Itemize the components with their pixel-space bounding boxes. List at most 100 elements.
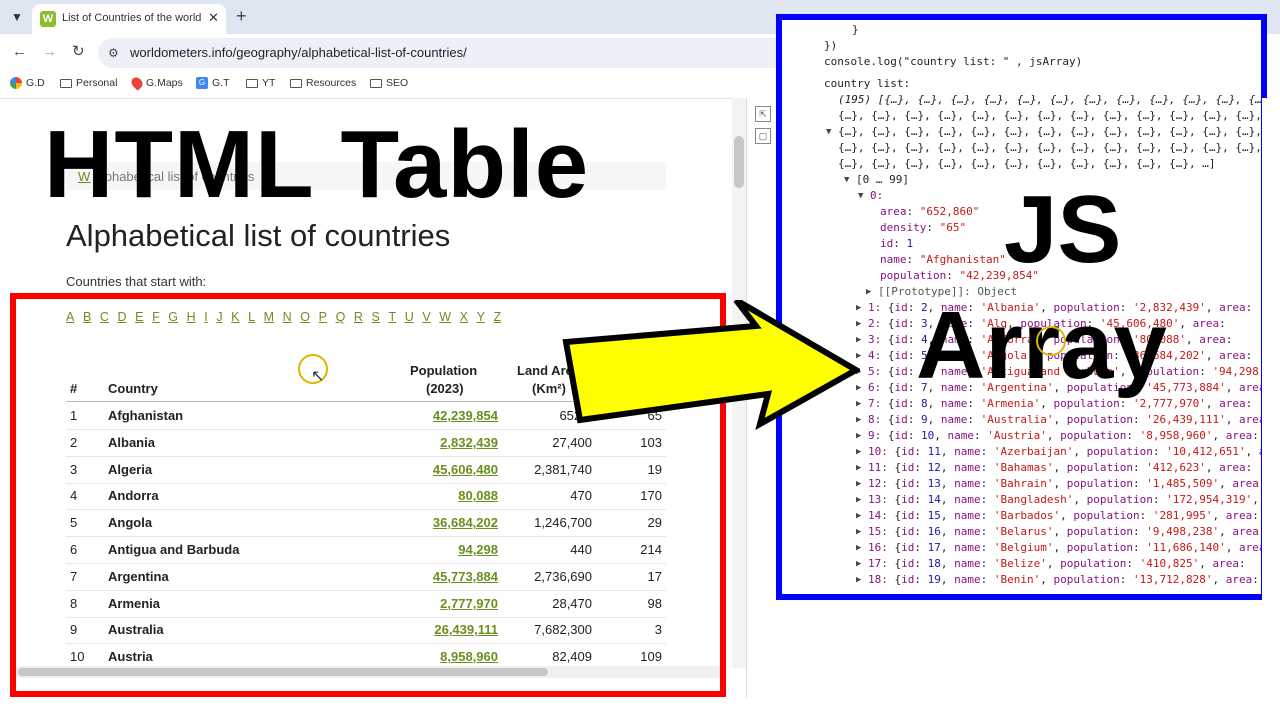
punct: { xyxy=(881,381,895,394)
array-item[interactable]: 16: {id: 17, name: 'Belgium', population… xyxy=(868,540,1261,556)
expand-triangle-icon[interactable]: ▼ xyxy=(858,188,863,204)
collapsed-triangle-icon[interactable]: ▶ xyxy=(856,524,861,540)
punct: : xyxy=(1126,557,1140,570)
punct: : xyxy=(1245,349,1259,362)
device-toolbar-icon[interactable]: ▢ xyxy=(755,128,771,144)
collapsed-triangle-icon[interactable]: ▶ xyxy=(856,572,861,588)
population-key: population xyxy=(1053,573,1120,586)
area-key: area xyxy=(1219,349,1246,362)
expand-triangle-icon[interactable]: ▼ xyxy=(844,172,849,188)
array-index[interactable]: 0: xyxy=(870,188,883,204)
id-value: 15 xyxy=(927,509,941,522)
array-item[interactable]: 8: {id: 9, name: 'Australia', population… xyxy=(868,412,1261,428)
area-key: area xyxy=(1192,317,1220,330)
punct: : xyxy=(1119,573,1133,586)
bookmark-label: Resources xyxy=(306,77,357,89)
bookmark-resources[interactable]: Resources xyxy=(290,77,356,89)
address-bar[interactable]: ⚙ worldometers.info/geography/alphabetic… xyxy=(98,38,798,68)
bookmark-gd[interactable]: G.D xyxy=(10,77,45,89)
collapsed-triangle-icon[interactable]: ▶ xyxy=(856,476,861,492)
id-key: id xyxy=(901,557,915,570)
collapsed-triangle-icon[interactable]: ▶ xyxy=(856,492,861,508)
area-key: area xyxy=(1225,509,1253,522)
array-item[interactable]: 15: {id: 16, name: 'Belarus', population… xyxy=(868,524,1261,540)
punct: { xyxy=(881,413,895,426)
population-value: '8,958,960' xyxy=(1139,429,1213,442)
collapsed-triangle-icon[interactable]: ▶ xyxy=(856,508,861,524)
name-value: 'Bahrain' xyxy=(993,477,1054,490)
area-key: area xyxy=(1225,573,1253,586)
tab-search-chevron-icon[interactable]: ▼ xyxy=(8,8,26,26)
array-item[interactable]: 13: {id: 14, name: 'Bangladesh', populat… xyxy=(868,492,1261,508)
field-separator: : xyxy=(926,221,940,234)
id-value: 17 xyxy=(927,541,941,554)
punct: , xyxy=(1245,445,1259,458)
name-value: 'Benin' xyxy=(993,573,1041,586)
id-key: id xyxy=(901,509,915,522)
array-range[interactable]: [0 … 99] xyxy=(856,172,909,188)
punct: : xyxy=(914,445,928,458)
forward-arrow-icon[interactable]: → xyxy=(42,44,57,60)
bookmark-gt[interactable]: G G.T xyxy=(196,77,230,89)
punct: , xyxy=(1053,525,1067,538)
close-tab-icon[interactable]: ✕ xyxy=(208,10,219,26)
array-item[interactable]: 17: {id: 18, name: 'Belize', population:… xyxy=(868,556,1252,572)
bookmark-label: SEO xyxy=(386,77,409,89)
punct: : xyxy=(1132,525,1147,538)
worldometers-favicon-icon: W xyxy=(40,11,56,27)
area-key: area xyxy=(1219,397,1246,410)
array-item[interactable]: 9: {id: 10, name: 'Austria', population:… xyxy=(868,428,1261,444)
url-text: worldometers.info/geography/alphabetical… xyxy=(130,45,467,60)
area-key: area xyxy=(1212,557,1239,570)
folder-icon xyxy=(246,78,258,88)
back-arrow-icon[interactable]: ← xyxy=(12,44,27,60)
punct: : xyxy=(1139,509,1153,522)
new-tab-icon[interactable]: + xyxy=(236,7,247,25)
population-value: '281,995' xyxy=(1152,509,1213,522)
population-value: '11,686,140' xyxy=(1146,541,1226,554)
punct: , xyxy=(1225,413,1239,426)
population-value: '410,825' xyxy=(1139,557,1200,570)
punct: : xyxy=(980,493,994,506)
collapsed-triangle-icon[interactable]: ▶ xyxy=(866,284,871,300)
punct: , xyxy=(1073,445,1087,458)
population-key: population xyxy=(1066,413,1133,426)
field-value: 1 xyxy=(906,237,914,250)
punct: : xyxy=(980,573,994,586)
item-index: 8: xyxy=(868,413,882,426)
collapsed-triangle-icon[interactable]: ▶ xyxy=(856,460,861,476)
name-value: 'Bangladesh' xyxy=(993,493,1074,506)
bookmark-yt[interactable]: YT xyxy=(246,77,275,89)
punct: , xyxy=(940,477,955,490)
bookmark-gmaps[interactable]: G.Maps xyxy=(129,75,183,91)
array-item[interactable]: 10: {id: 11, name: 'Azerbaijan', populat… xyxy=(868,444,1261,460)
collapsed-triangle-icon[interactable]: ▶ xyxy=(856,556,861,572)
active-tab[interactable]: W List of Countries of the world in ✕ xyxy=(32,4,226,34)
right-arrow-icon xyxy=(562,300,860,430)
field-value: "65" xyxy=(939,221,967,234)
array-item[interactable]: 11: {id: 12, name: 'Bahamas', population… xyxy=(868,460,1259,476)
array-item[interactable]: 14: {id: 15, name: 'Barbados', populatio… xyxy=(868,508,1261,524)
bookmark-personal[interactable]: Personal xyxy=(60,77,117,89)
bookmark-seo[interactable]: SEO xyxy=(370,77,408,89)
collapsed-triangle-icon[interactable]: ▶ xyxy=(856,540,861,556)
site-info-icon[interactable]: ⚙ xyxy=(108,46,119,60)
punct: , xyxy=(1212,573,1226,586)
collapsed-triangle-icon[interactable]: ▶ xyxy=(856,428,861,444)
array-item[interactable]: 12: {id: 13, name: 'Bahrain', population… xyxy=(868,476,1261,492)
array-summary[interactable]: (195) [{…}, {…}, {…}, {…}, {…}, {…}, {…}… xyxy=(838,92,1261,108)
object-field: density: "65" xyxy=(880,220,966,236)
expand-triangle-icon[interactable]: ▼ xyxy=(826,124,831,140)
inspect-element-icon[interactable]: ⇱ xyxy=(755,106,771,122)
id-key: id xyxy=(894,333,908,346)
array-item[interactable]: 18: {id: 19, name: 'Benin', population: … xyxy=(868,572,1261,588)
vertical-scroll-thumb[interactable] xyxy=(734,136,744,188)
field-key: density xyxy=(880,221,927,234)
population-value: '412,623' xyxy=(1146,461,1206,474)
reload-icon[interactable]: ↻ xyxy=(72,44,85,60)
id-key: id xyxy=(901,541,915,554)
folder-icon xyxy=(370,78,382,88)
field-key: id xyxy=(880,237,894,250)
collapsed-triangle-icon[interactable]: ▶ xyxy=(856,444,861,460)
punct: { xyxy=(887,461,902,474)
